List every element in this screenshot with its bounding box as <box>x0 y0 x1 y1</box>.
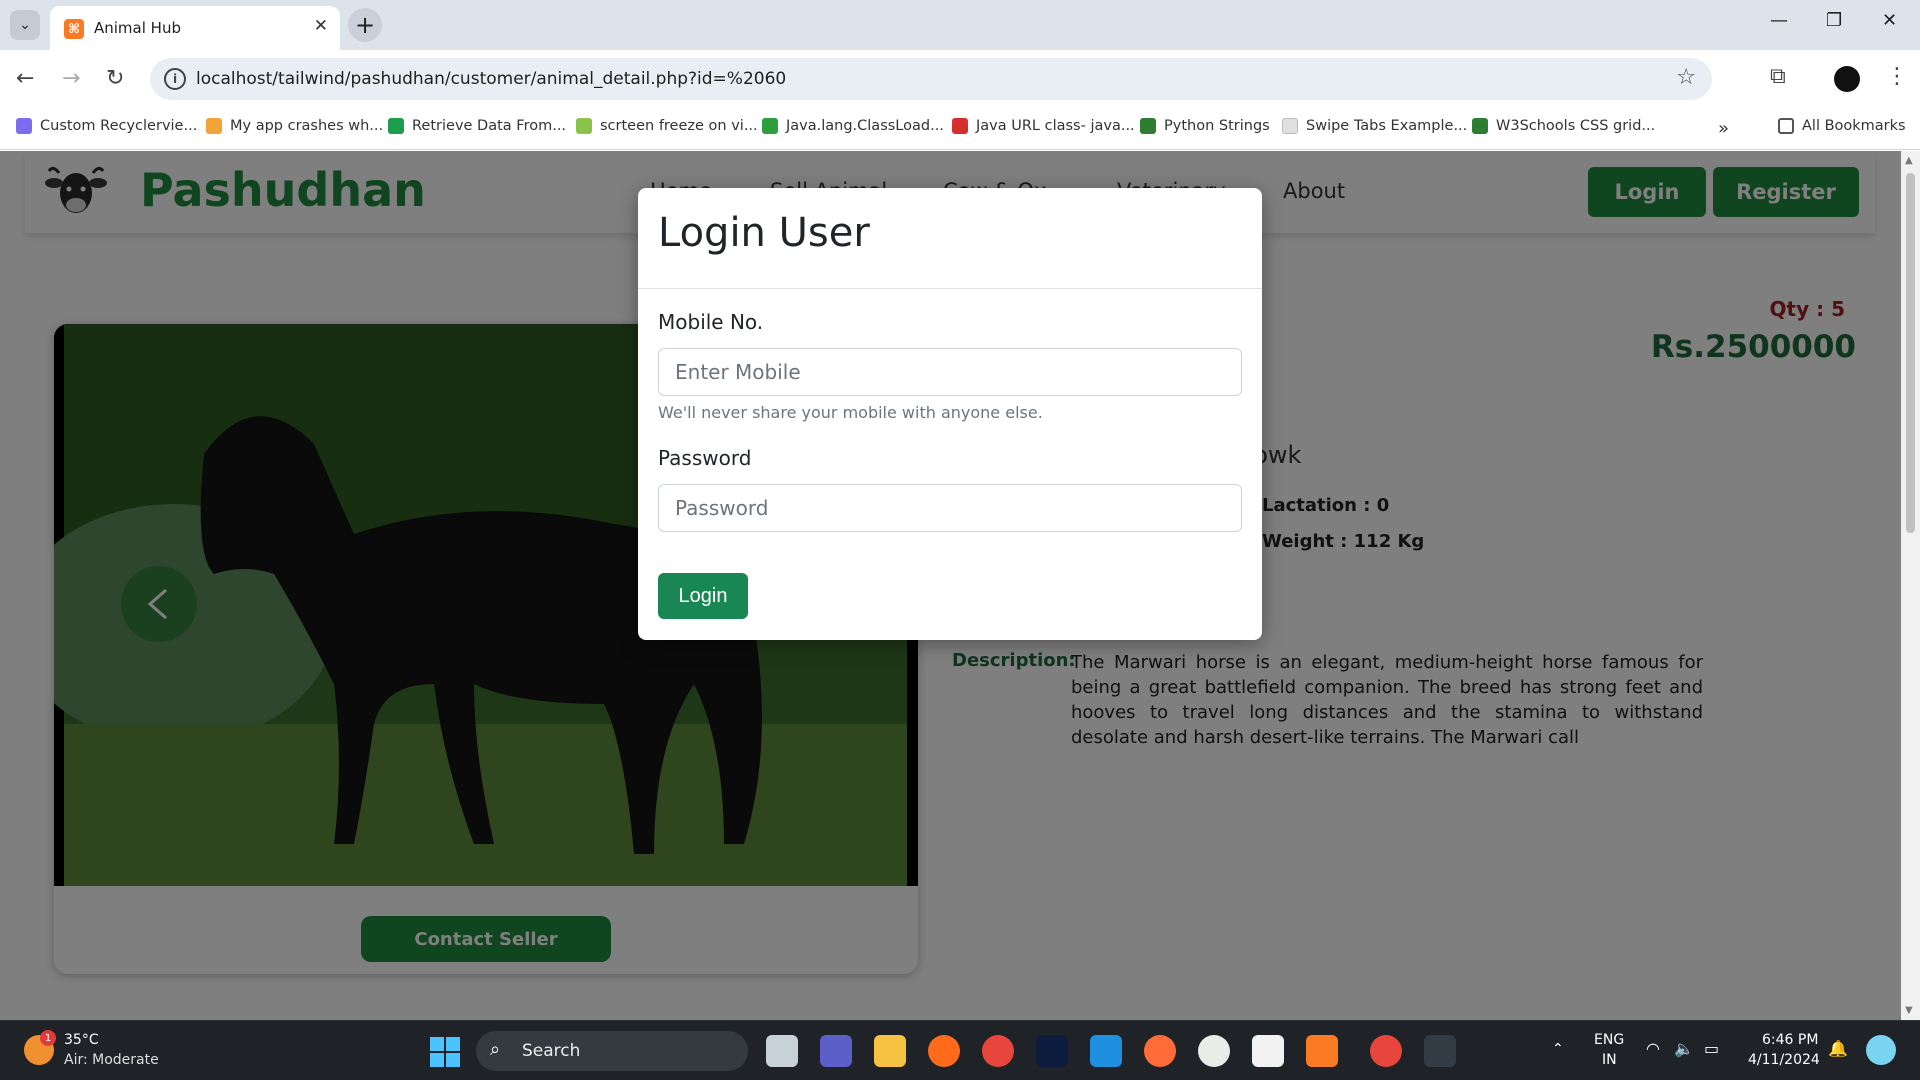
bookmarks-bar: Custom Recyclervie... My app crashes wh.… <box>0 108 1920 150</box>
forward-arrow-icon[interactable]: → <box>62 66 80 91</box>
language-in[interactable]: IN <box>1602 1052 1617 1068</box>
bookmark-favicon-icon <box>388 118 404 134</box>
wifi-icon[interactable]: ◠ <box>1646 1039 1660 1058</box>
url-text[interactable]: localhost/tailwind/pashudhan/customer/an… <box>196 69 786 89</box>
mongodb-compass-icon[interactable] <box>1198 1035 1230 1067</box>
xampp-icon[interactable] <box>1306 1035 1338 1067</box>
bookmark-favicon-icon <box>576 118 592 134</box>
browser-tab-strip: ⌄ ⌘ Animal Hub ✕ + — ❐ ✕ <box>0 0 1920 50</box>
bookmark-item[interactable]: W3Schools CSS grid... <box>1472 118 1655 134</box>
close-icon[interactable]: ✕ <box>314 16 328 36</box>
windows-start-icon[interactable] <box>430 1037 460 1067</box>
file-explorer-icon[interactable] <box>874 1035 906 1067</box>
taskbar-search-label: Search <box>522 1041 581 1061</box>
bookmark-item[interactable]: Retrieve Data From... <box>388 118 566 134</box>
clock-date[interactable]: 4/11/2024 <box>1748 1052 1820 1068</box>
bookmark-favicon-icon <box>1282 118 1298 134</box>
modal-title: Login User <box>658 210 870 256</box>
site-info-icon[interactable]: i <box>164 68 186 90</box>
weather-badge: 1 <box>40 1030 56 1046</box>
bookmark-item[interactable]: Swipe Tabs Example... <box>1282 118 1467 134</box>
bookmark-item[interactable]: Java.lang.ClassLoad... <box>762 118 944 134</box>
bookmark-item[interactable]: Python Strings <box>1140 118 1270 134</box>
bookmark-item[interactable]: Custom Recyclervie... <box>16 118 197 134</box>
modal-divider <box>638 288 1262 289</box>
modal-login-button[interactable]: Login <box>658 573 748 619</box>
page-viewport: Pashudhan Home Sell Animal Cow & Ox Vete… <box>0 151 1901 1020</box>
password-label: Password <box>658 446 752 470</box>
language-eng[interactable]: ENG <box>1594 1032 1624 1048</box>
back-arrow-icon[interactable]: ← <box>16 66 34 91</box>
bookmark-favicon-icon <box>16 118 32 134</box>
extensions-icon[interactable]: ⧉ <box>1770 64 1786 89</box>
mobile-input[interactable] <box>658 348 1242 396</box>
terminal-icon[interactable] <box>1424 1035 1456 1067</box>
mobile-help-text: We'll never share your mobile with anyon… <box>658 403 1043 422</box>
teams-icon[interactable] <box>820 1035 852 1067</box>
login-modal: Login User Mobile No. We'll never share … <box>638 188 1262 640</box>
all-bookmarks[interactable]: All Bookmarks <box>1778 118 1906 134</box>
mobile-label: Mobile No. <box>658 310 764 334</box>
battery-icon[interactable]: ▭ <box>1704 1039 1719 1058</box>
task-view-icon[interactable] <box>766 1035 798 1067</box>
clock-time[interactable]: 6:46 PM <box>1762 1032 1818 1048</box>
profile-avatar[interactable] <box>1834 66 1860 92</box>
chevron-down-icon: ⌄ <box>19 17 31 33</box>
photoshop-icon[interactable] <box>1036 1035 1068 1067</box>
browser-toolbar: ← → ↻ i localhost/tailwind/pashudhan/cus… <box>0 50 1920 108</box>
capcut-icon[interactable] <box>1252 1035 1284 1067</box>
notification-bell-icon[interactable]: 🔔 <box>1828 1039 1848 1058</box>
xampp-favicon-icon: ⌘ <box>64 19 84 39</box>
reload-icon[interactable]: ↻ <box>106 66 124 91</box>
tab-search-button[interactable]: ⌄ <box>10 10 40 40</box>
address-bar[interactable]: i localhost/tailwind/pashudhan/customer/… <box>150 58 1712 100</box>
chrome-active-icon[interactable] <box>1370 1035 1402 1067</box>
restore-icon[interactable]: ❐ <box>1826 10 1842 31</box>
scroll-up-icon[interactable]: ▲ <box>1905 155 1913 166</box>
bookmark-item[interactable]: My app crashes wh... <box>206 118 383 134</box>
bookmark-favicon-icon <box>762 118 778 134</box>
scroll-thumb[interactable] <box>1906 173 1915 533</box>
weather-desc[interactable]: Air: Moderate <box>64 1052 159 1068</box>
tab-title: Animal Hub <box>94 19 181 37</box>
menu-kebab-icon[interactable]: ⋮ <box>1886 64 1908 89</box>
bookmark-item[interactable]: Java URL class- java... <box>952 118 1135 134</box>
window-close-icon[interactable]: ✕ <box>1882 10 1897 31</box>
copilot-icon[interactable] <box>1866 1035 1896 1065</box>
bookmark-star-icon[interactable]: ☆ <box>1676 65 1696 90</box>
chrome-icon[interactable] <box>982 1035 1014 1067</box>
bookmark-favicon-icon <box>1140 118 1156 134</box>
new-tab-button[interactable]: + <box>348 8 382 42</box>
windows-taskbar: 1 35°C Air: Moderate ⌕ Search ⌃ ENG IN ◠… <box>0 1020 1920 1080</box>
browser-tab[interactable]: ⌘ Animal Hub ✕ <box>50 6 340 50</box>
bookmark-favicon-icon <box>206 118 222 134</box>
bookmark-favicon-icon <box>952 118 968 134</box>
bookmark-favicon-icon <box>1472 118 1488 134</box>
scroll-down-icon[interactable]: ▼ <box>1905 1005 1913 1016</box>
postman-icon[interactable] <box>1144 1035 1176 1067</box>
minimize-icon[interactable]: — <box>1770 10 1788 31</box>
search-icon: ⌕ <box>490 1039 501 1060</box>
chevron-up-icon[interactable]: ⌃ <box>1552 1041 1564 1057</box>
firefox-icon[interactable] <box>928 1035 960 1067</box>
taskbar-search[interactable]: ⌕ Search <box>476 1031 748 1071</box>
vscode-icon[interactable] <box>1090 1035 1122 1067</box>
bookmark-item[interactable]: scrteen freeze on vi... <box>576 118 758 134</box>
folder-icon <box>1778 118 1794 134</box>
weather-temp[interactable]: 35°C <box>64 1032 99 1048</box>
page-scrollbar[interactable]: ▲ ▼ <box>1901 151 1920 1020</box>
password-input[interactable] <box>658 484 1242 532</box>
volume-icon[interactable]: 🔈 <box>1674 1039 1694 1058</box>
chevron-double-right-icon[interactable]: » <box>1718 118 1729 139</box>
